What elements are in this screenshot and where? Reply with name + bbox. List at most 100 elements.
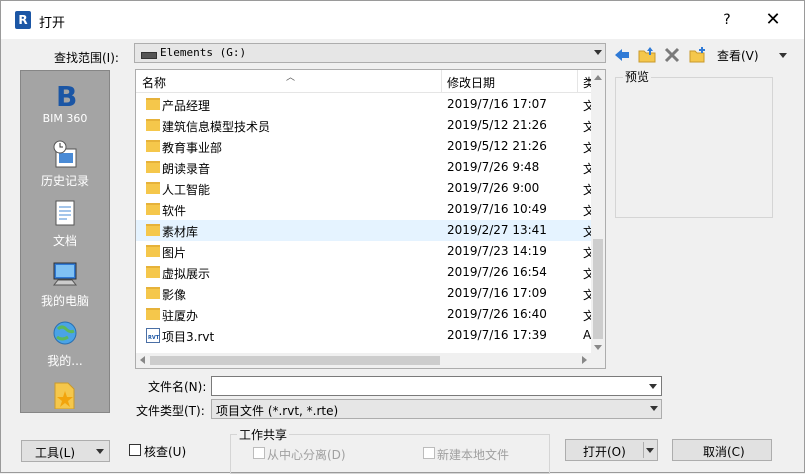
place-label: 我的电脑 [40,294,89,308]
cancel-label: 取消(C) [703,445,745,459]
list-item[interactable]: 人工智能2019/7/26 9:00文 [136,178,593,199]
folder-icon [146,287,160,299]
detach-checkbox[interactable] [253,447,265,459]
chevron-down-icon [650,406,658,411]
list-item[interactable]: 建筑信息模型技术员2019/5/12 21:26文 [136,115,593,136]
delete-icon[interactable] [663,46,681,64]
place-documents[interactable]: 文档 [21,199,109,249]
folder-icon [146,224,160,236]
scroll-thumb[interactable] [593,239,603,339]
chevron-down-icon [594,50,602,55]
folder-icon [146,161,160,173]
svg-text:B: B [56,80,77,109]
file-name: 虚拟展示 [162,267,211,281]
scroll-down-icon[interactable] [594,345,602,350]
horizontal-scrollbar[interactable] [136,353,605,368]
file-date: 2019/7/16 17:07 [447,97,547,111]
place-network[interactable]: 我的... [21,319,109,369]
file-name: 建筑信息模型技术员 [162,120,271,134]
file-date: 2019/7/26 9:00 [447,181,540,195]
views-button[interactable]: 查看(V) [717,47,759,64]
list-item[interactable]: 虚拟展示2019/7/26 16:54文 [136,262,593,283]
open-dialog: R 打开 ? ✕ 查找范围(I): Elements (G:) 查看(V) B … [0,0,805,474]
place-history[interactable]: 历史记录 [21,139,109,189]
place-label: 历史记录 [40,174,89,188]
new-local-label: 新建本地文件 [437,448,510,462]
column-divider[interactable] [577,70,578,92]
filetype-label: 文件类型(T): [136,404,205,418]
close-button[interactable]: ✕ [761,7,785,33]
folder-icon [146,203,160,215]
open-button[interactable]: 打开(O) [565,439,658,461]
list-item[interactable]: 软件2019/7/16 10:49文 [136,199,593,220]
list-item[interactable]: 教育事业部2019/5/12 21:26文 [136,136,593,157]
file-name: 驻厦办 [162,309,199,323]
chevron-down-icon[interactable] [779,53,787,58]
rvt-badge: RVT [148,335,160,341]
list-item[interactable]: 产品经理2019/7/16 17:07文 [136,94,593,115]
place-my-computer[interactable]: 我的电脑 [21,259,109,309]
audit-checkbox[interactable] [129,444,141,456]
file-date: 2019/7/26 9:48 [447,160,540,174]
folder-icon [146,245,160,257]
filetype-dropdown[interactable]: 项目文件 (*.rvt, *.rte) [211,399,662,419]
file-date: 2019/7/16 10:49 [447,202,547,216]
drive-icon [141,52,157,59]
up-folder-icon[interactable] [638,46,656,64]
list-item[interactable]: 影像2019/7/16 17:09文 [136,283,593,304]
folder-icon [146,266,160,278]
filename-input[interactable] [211,376,662,396]
favorites-icon [54,382,75,409]
vertical-scrollbar[interactable] [591,70,605,353]
history-icon [53,140,77,168]
chevron-down-icon[interactable] [649,384,657,389]
file-date: 2019/7/23 14:19 [447,244,547,258]
file-list[interactable]: 名称 ︿ 修改日期 类 产品经理2019/7/16 17:07文建筑信息模型技术… [135,69,606,369]
folder-icon [146,182,160,194]
sort-ascending-icon: ︿ [286,73,296,83]
scroll-left-icon[interactable] [140,356,145,364]
documents-icon [55,200,75,226]
place-label: 我的... [47,354,83,368]
column-header-name[interactable]: 名称 [142,74,166,91]
place-label: BIM 360 [42,112,88,125]
audit-label: 核查(U) [144,445,187,459]
place-favorites[interactable] [21,379,109,409]
cancel-button[interactable]: 取消(C) [672,439,772,461]
folder-icon [146,140,160,152]
file-name: 项目3.rvt [162,330,215,344]
scroll-thumb[interactable] [150,356,440,365]
file-date: 2019/5/12 21:26 [447,139,547,153]
file-date: 2019/7/16 17:39 [447,328,547,342]
worksharing-title: 工作共享 [237,426,290,443]
my-computer-icon [52,262,78,286]
file-name: 素材库 [162,225,199,239]
lookin-dropdown[interactable]: Elements (G:) [134,43,606,63]
list-item[interactable]: 朗读录音2019/7/26 9:48文 [136,157,593,178]
filename-label: 文件名(N): [148,380,207,394]
place-bim360[interactable]: B BIM 360 [21,79,109,125]
column-header-date[interactable]: 修改日期 [447,74,495,91]
rvt-file-icon: RVT [146,328,160,343]
chevron-down-icon[interactable] [646,448,654,453]
file-date: 2019/7/16 17:09 [447,286,547,300]
back-arrow-icon[interactable] [613,46,631,64]
open-label: 打开(O) [583,445,626,459]
tools-button[interactable]: 工具(L) [21,440,110,462]
list-item[interactable]: 素材库2019/2/27 13:41文 [136,220,593,241]
new-local-checkbox[interactable] [423,447,435,459]
scroll-up-icon[interactable] [594,75,602,80]
chevron-down-icon [96,449,104,454]
new-folder-icon[interactable] [689,46,707,64]
list-item[interactable]: 图片2019/7/23 14:19文 [136,241,593,262]
column-divider[interactable] [441,70,442,92]
folder-icon [146,308,160,320]
help-button[interactable]: ? [715,9,739,31]
list-item[interactable]: RVT 项目3.rvt 2019/7/16 17:39 A [136,325,592,346]
file-name: 图片 [162,246,187,260]
title-bar: R 打开 ? ✕ [1,1,804,39]
place-label: 文档 [52,234,77,248]
list-item[interactable]: 驻厦办2019/7/26 16:40文 [136,304,593,325]
filetype-value: 项目文件 (*.rvt, *.rte) [216,404,339,418]
scroll-right-icon[interactable] [582,356,587,364]
